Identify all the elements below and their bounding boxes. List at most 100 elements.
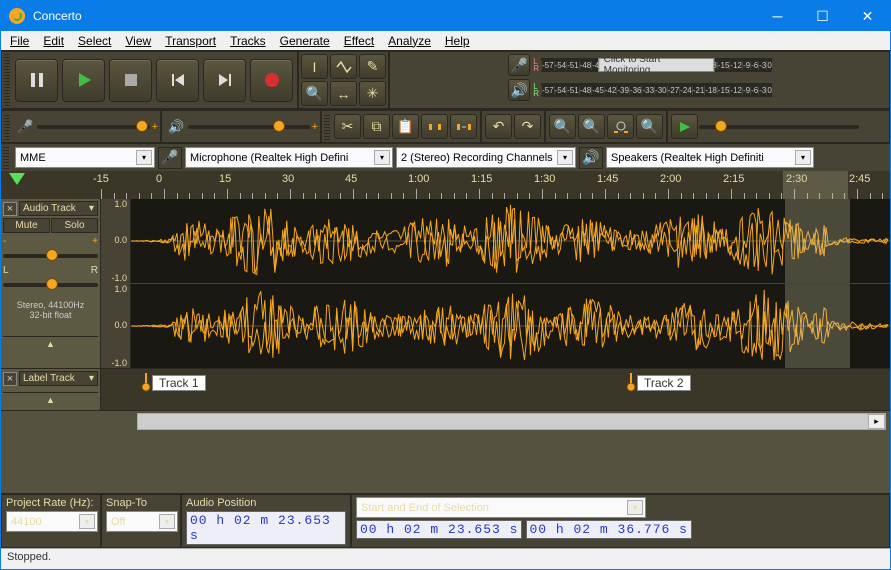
track-menu-button[interactable]: Label Track▾ <box>19 371 98 386</box>
menu-label: Analyze <box>388 34 431 48</box>
audio-host-combo[interactable]: MME▾ <box>15 147 155 168</box>
record-device-combo[interactable]: Microphone (Realtek High Defini▾ <box>185 147 393 168</box>
record-meter-icon[interactable]: 🎤 <box>508 54 530 76</box>
titlebar[interactable]: Concerto ─ ☐ ✕ <box>1 1 890 31</box>
track-menu-button[interactable]: Audio Track▾ <box>19 201 98 216</box>
selection-start-value[interactable]: 00 h 02 m 23.653 s <box>356 520 522 539</box>
timeline-ruler[interactable]: -1501530451:001:151:301:452:002:152:302:… <box>1 171 890 199</box>
project-rate-cell: Project Rate (Hz): 44100▾ <box>1 494 101 548</box>
play-at-speed-button[interactable] <box>671 114 698 139</box>
track-collapse-button[interactable]: ▲ <box>3 392 98 406</box>
record-meter[interactable]: Click to Start Monitoring -57-54-51-48-4… <box>541 58 772 72</box>
skip-start-button[interactable] <box>156 59 199 102</box>
paste-button[interactable]: 📋 <box>392 114 419 139</box>
play-button[interactable] <box>62 59 105 102</box>
envelope-tool[interactable] <box>330 54 357 79</box>
menu-effect[interactable]: Effect <box>337 33 381 49</box>
snap-combo[interactable]: Off▾ <box>106 511 178 532</box>
silence-button[interactable] <box>450 114 477 139</box>
zoom-fit-button[interactable]: 🔍 <box>636 114 663 139</box>
draw-tool[interactable]: ✎ <box>359 54 386 79</box>
meter-toolbar: 🎤 LR Click to Start Monitoring -57-54-51… <box>389 51 890 109</box>
chevron-down-icon: ▾ <box>627 500 643 515</box>
menu-file[interactable]: File <box>3 33 36 49</box>
tools-toolbar: I ✎ 🔍 ↔ ✳ <box>298 51 389 109</box>
waveform-area[interactable]: 1.00.0-1.0 1.00.0-1.0 <box>101 199 890 368</box>
horizontal-scrollbar[interactable]: ◂ ▸ <box>137 413 886 430</box>
monitor-prompt[interactable]: Click to Start Monitoring <box>599 58 714 72</box>
trim-button[interactable] <box>421 114 448 139</box>
combo-value: 2 (Stereo) Recording Channels <box>401 152 553 164</box>
selection-end-value[interactable]: 00 h 02 m 36.776 s <box>526 520 692 539</box>
zoom-out-button[interactable]: 🔍 <box>578 114 605 139</box>
menu-label: Select <box>78 34 111 48</box>
play-volume-slider[interactable] <box>188 118 309 136</box>
timeshift-tool[interactable]: ↔ <box>330 81 357 106</box>
plus-icon: + <box>312 121 318 133</box>
track-close-button[interactable]: × <box>3 202 17 216</box>
grip-icon[interactable] <box>4 113 10 140</box>
zoom-in-button[interactable]: 🔍 <box>549 114 576 139</box>
track-collapse-button[interactable]: ▲ <box>3 336 98 350</box>
play-speed-slider[interactable] <box>699 118 859 136</box>
maximize-button[interactable]: ☐ <box>800 1 845 31</box>
grip-icon[interactable] <box>324 113 330 140</box>
meter-lr-labels: LR <box>533 83 539 97</box>
audio-position-value[interactable]: 00 h 02 m 23.653 s <box>186 511 346 545</box>
copy-button[interactable]: ⧉ <box>363 114 390 139</box>
menu-label: Transport <box>165 34 216 48</box>
statusbar: Stopped. <box>1 548 890 569</box>
menu-edit[interactable]: Edit <box>36 33 71 49</box>
audio-position-cell: Audio Position 00 h 02 m 23.653 s <box>181 494 351 548</box>
menu-view[interactable]: View <box>118 33 158 49</box>
menu-transport[interactable]: Transport <box>158 33 223 49</box>
minimize-button[interactable]: ─ <box>755 1 800 31</box>
menu-select[interactable]: Select <box>71 33 118 49</box>
selection-cell: Start and End of Selection▾ 00 h 02 m 23… <box>351 494 890 548</box>
play-meter-icon[interactable]: 🔊 <box>508 79 530 101</box>
mute-button[interactable]: Mute <box>3 218 50 233</box>
cut-button[interactable]: ✂ <box>334 114 361 139</box>
record-channels-combo[interactable]: 2 (Stereo) Recording Channels ▾ <box>396 147 576 168</box>
skip-end-button[interactable] <box>203 59 246 102</box>
menu-generate[interactable]: Generate <box>273 33 337 49</box>
menu-label: Tracks <box>230 34 266 48</box>
stop-button[interactable] <box>109 59 152 102</box>
redo-button[interactable]: ↷ <box>514 114 541 139</box>
pan-slider[interactable] <box>3 276 98 294</box>
solo-button[interactable]: Solo <box>51 218 98 233</box>
menu-help[interactable]: Help <box>438 33 477 49</box>
record-button[interactable] <box>250 59 293 102</box>
label-marker[interactable]: Track 1 <box>141 373 206 393</box>
grip-icon[interactable] <box>3 146 9 169</box>
label-text[interactable]: Track 1 <box>152 375 206 391</box>
menu-analyze[interactable]: Analyze <box>381 33 438 49</box>
track-close-button[interactable]: × <box>3 372 17 386</box>
label-area[interactable]: Track 1 Track 2 <box>101 369 890 410</box>
grip-icon[interactable] <box>4 54 10 106</box>
undo-button[interactable]: ↶ <box>485 114 512 139</box>
chevron-down-icon: ▾ <box>557 150 573 165</box>
zoom-tool[interactable]: 🔍 <box>301 81 328 106</box>
play-meter[interactable]: -57-54-51-48-45-42-39-36-33-30-27-24-21-… <box>541 83 772 97</box>
scroll-right-button[interactable]: ▸ <box>868 414 885 429</box>
chevron-down-icon: ▾ <box>136 150 152 165</box>
selection-tool[interactable]: I <box>301 54 328 79</box>
scrollbar-thumb[interactable] <box>138 414 885 429</box>
playhead-marker-icon[interactable] <box>9 173 25 185</box>
zoom-sel-button[interactable] <box>607 114 634 139</box>
gain-slider[interactable] <box>3 247 98 265</box>
record-volume-slider[interactable] <box>37 118 149 136</box>
play-device-combo[interactable]: Speakers (Realtek High Definiti▾ <box>606 147 814 168</box>
plus-icon: + <box>152 121 158 133</box>
label-text[interactable]: Track 2 <box>637 375 691 391</box>
label-marker[interactable]: Track 2 <box>626 373 691 393</box>
multi-tool[interactable]: ✳ <box>359 81 386 106</box>
project-rate-combo[interactable]: 44100▾ <box>6 511 98 532</box>
menu-label: Edit <box>43 34 64 48</box>
selection-mode-combo[interactable]: Start and End of Selection▾ <box>356 497 646 518</box>
minus-label: - <box>3 236 6 247</box>
menu-tracks[interactable]: Tracks <box>223 33 273 49</box>
close-button[interactable]: ✕ <box>845 1 890 31</box>
pause-button[interactable] <box>15 59 58 102</box>
